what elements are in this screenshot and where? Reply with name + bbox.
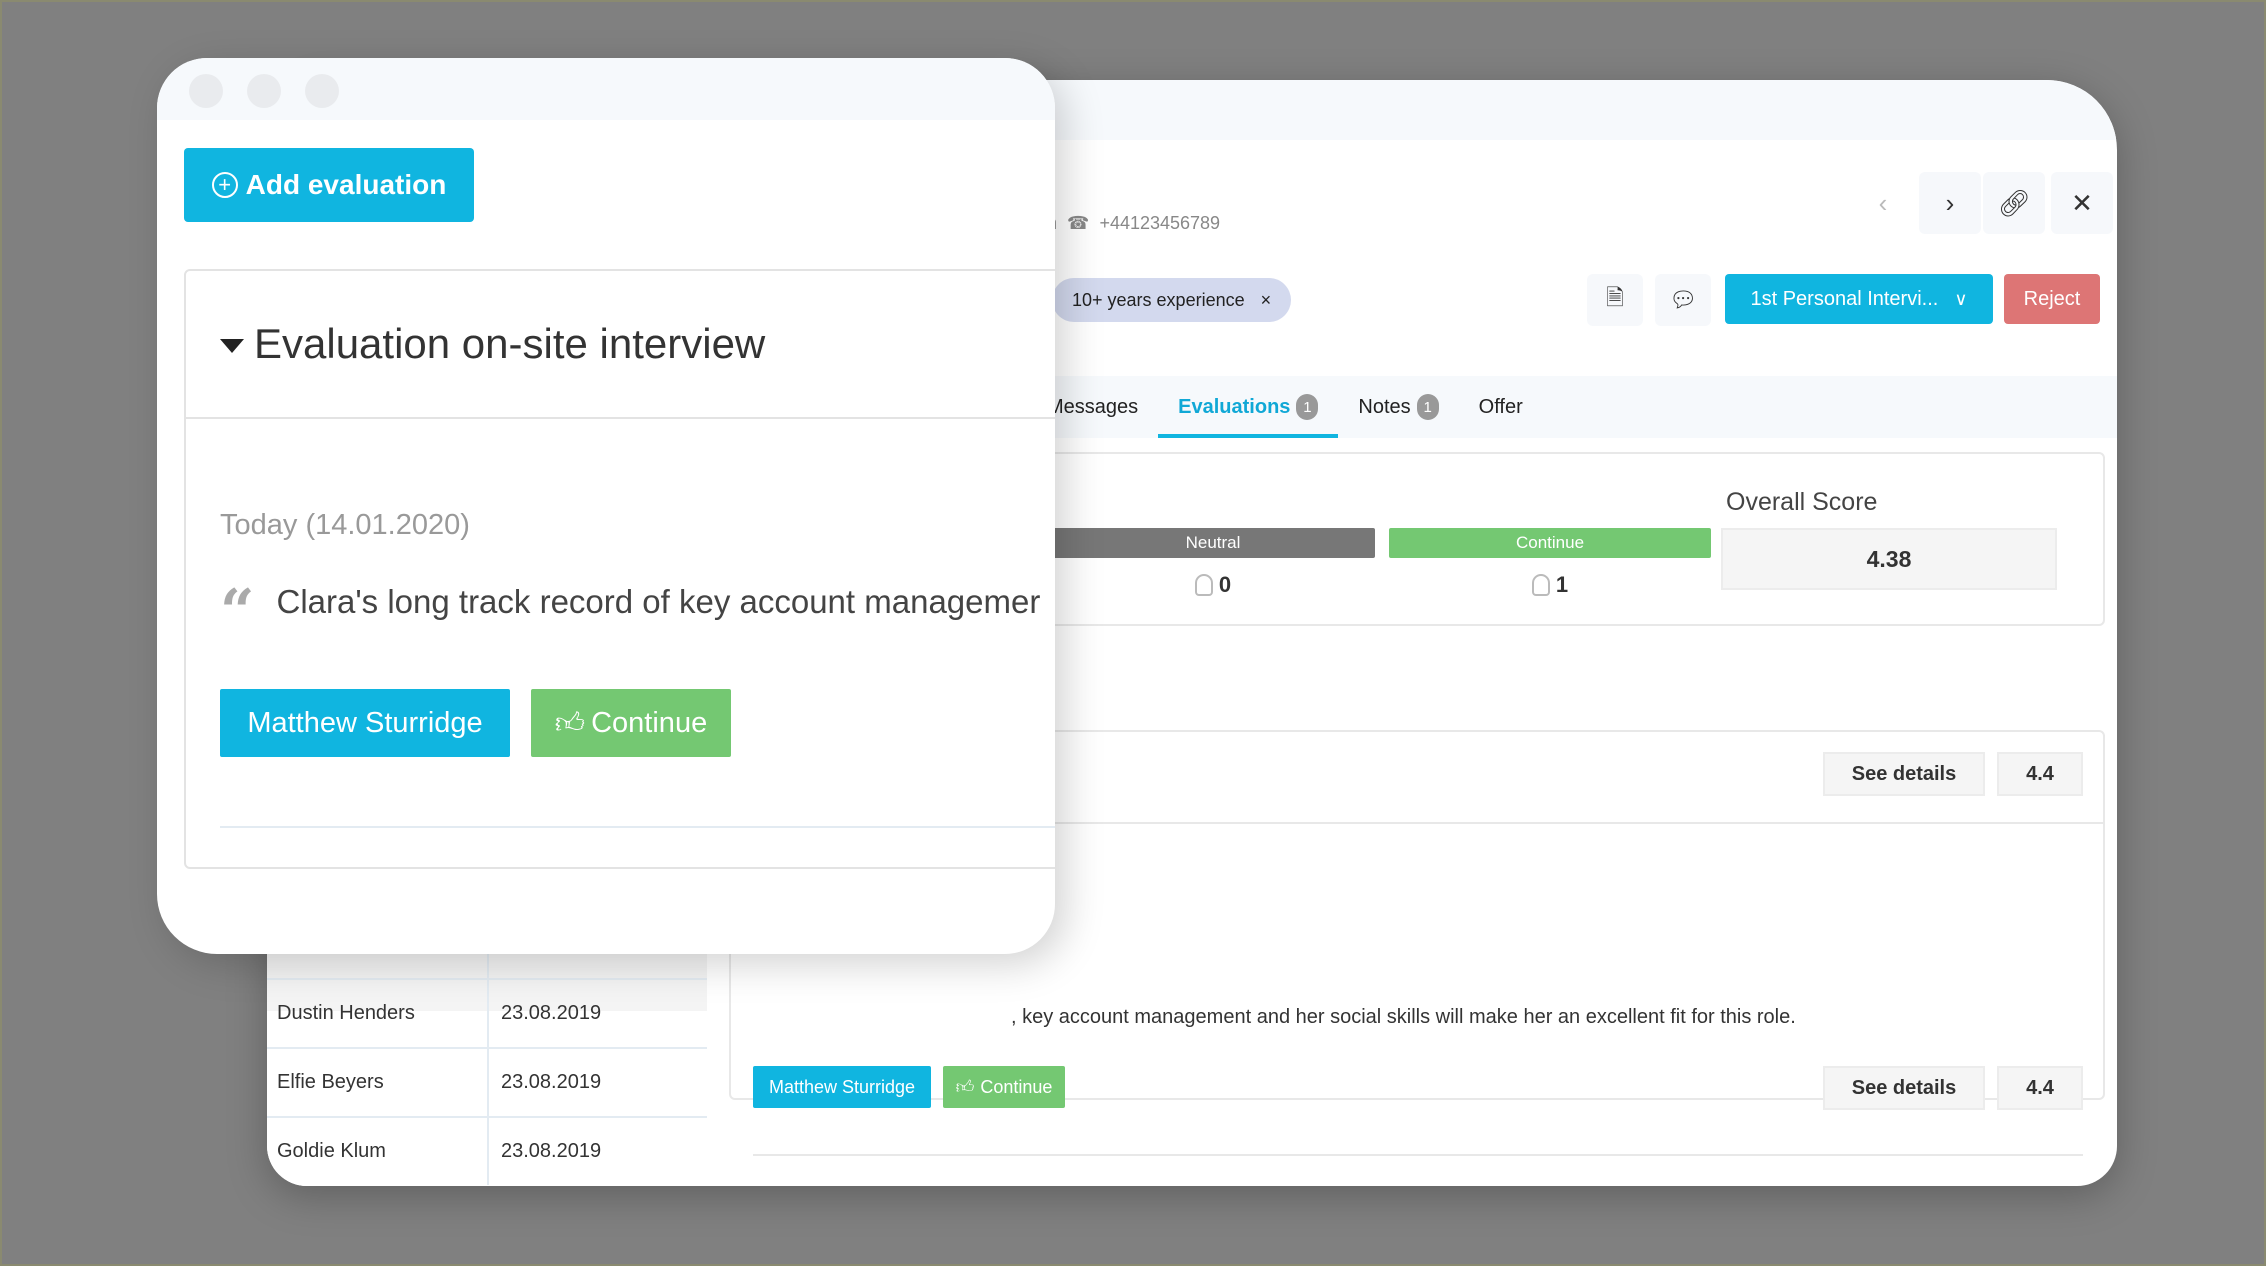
person-icon (1194, 574, 1213, 596)
overall-score-value: 4.38 (1721, 528, 2057, 590)
decision-label: Continue (980, 1076, 1053, 1097)
cell-name: Dustin Henders (277, 1002, 415, 1024)
caret-down-icon (220, 339, 244, 353)
tab-offer[interactable]: Offer (1459, 376, 1543, 438)
previous-button[interactable]: ‹ (1852, 172, 1914, 234)
count-badge: 1 (1296, 394, 1319, 420)
score-badge: 4.4 (1997, 1066, 2083, 1110)
document-icon: 🗎 (1606, 285, 1624, 310)
skill-tag: 10+ years experience × (1052, 278, 1292, 322)
chevron-down-icon: ∨ (1954, 288, 1968, 309)
decision-label: Continue (591, 706, 708, 739)
evaluator-chip[interactable]: Matthew Sturridge (753, 1066, 931, 1108)
window-dot (189, 74, 223, 108)
cell-name: Elfie Beyers (277, 1071, 384, 1093)
tab-label: Messages (1047, 395, 1139, 418)
cell-name: Goldie Klum (277, 1140, 386, 1162)
chevron-left-icon: ‹ (1878, 187, 1888, 218)
evaluation-window: + Add evaluation Evaluation on-site inte… (157, 58, 1055, 954)
cell-date: 23.08.2019 (487, 1049, 601, 1116)
candidates-table: Dustin Henders 23.08.2019 Elfie Beyers 23.… (267, 942, 717, 1186)
evaluation-title: Evaluation on-site interview (254, 320, 766, 367)
evaluator-chip[interactable]: Matthew Sturridge (220, 689, 510, 757)
next-button[interactable]: › (1919, 172, 1981, 234)
stage-label: 1st Personal Intervi... (1750, 287, 1939, 310)
phone-number[interactable]: +44123456789 (1099, 213, 1220, 234)
reject-button[interactable]: Reject (2004, 274, 2100, 324)
table-row[interactable]: Elfie Beyers 23.08.2019 (267, 1047, 707, 1116)
evaluation-quote: “ Clara's long track record of key accou… (220, 582, 1041, 642)
evaluation-comment: , key account management and her social … (1011, 1006, 1796, 1028)
neutral-voters: 0 (1051, 572, 1375, 598)
tag-remove-icon[interactable]: × (1261, 290, 1272, 311)
cell-date: 23.08.2019 (487, 1118, 601, 1185)
card-divider (220, 826, 1055, 828)
tab-label: Offer (1478, 395, 1523, 418)
evaluation-header[interactable]: Evaluation on-site interview (186, 271, 1055, 419)
quote-text: Clara's long track record of key account… (276, 583, 1041, 620)
table-row[interactable]: Dustin Henders 23.08.2019 (267, 978, 707, 1047)
window-titlebar (157, 58, 1055, 120)
phone-icon: ☎ (1067, 213, 1090, 233)
candidate-contact: n ☎ +44123456789 (1047, 213, 1220, 234)
link-icon: 🔗︎ (1997, 187, 2031, 218)
thumbs-up-icon: 👍︎ (554, 707, 586, 740)
tag-label: 10+ years experience (1072, 289, 1245, 310)
close-icon: ✕ (2071, 187, 2093, 218)
window-dot (247, 74, 281, 108)
decision-chip: 👍︎ Continue (531, 689, 731, 757)
tab-label: Evaluations (1178, 395, 1291, 418)
plus-circle-icon: + (211, 172, 238, 198)
chevron-right-icon: › (1945, 187, 1955, 218)
score-badge: 4.4 (1997, 752, 2083, 796)
chat-icon: 💬︎ (1669, 287, 1697, 312)
overall-score-label: Overall Score (1726, 488, 1878, 516)
continue-bar: Continue (1389, 528, 1711, 558)
close-button[interactable]: ✕ (2051, 172, 2113, 234)
evaluation-date: Today (14.01.2020) (220, 509, 470, 541)
tab-evaluations[interactable]: Evaluations 1 (1158, 376, 1339, 438)
card-bottom-divider (753, 1154, 2083, 1156)
tab-bar: Messages Evaluations 1 Notes 1 Offer (967, 376, 2117, 438)
stage-dropdown[interactable]: 1st Personal Intervi... ∨ (1725, 274, 1993, 324)
voter-count: 0 (1218, 572, 1232, 597)
window-dot (305, 74, 339, 108)
chat-button[interactable]: 💬︎ (1655, 274, 1711, 326)
cell-date: 23.08.2019 (487, 980, 601, 1047)
thumbs-up-icon: 👍︎ (955, 1077, 975, 1097)
add-evaluation-button[interactable]: + Add evaluation (184, 148, 474, 222)
count-badge: 1 (1416, 394, 1439, 420)
add-evaluation-label: Add evaluation (245, 169, 447, 200)
copy-link-button[interactable]: 🔗︎ (1983, 172, 2045, 234)
table-row[interactable]: Goldie Klum 23.08.2019 (267, 1116, 707, 1185)
tab-notes[interactable]: Notes 1 (1338, 376, 1458, 438)
voter-count: 1 (1555, 572, 1569, 597)
see-details-button[interactable]: See details (1823, 752, 1985, 796)
tab-label: Notes (1358, 395, 1411, 418)
evaluation-card: Evaluation on-site interview Today (14.0… (184, 269, 1055, 869)
continue-voters: 1 (1389, 572, 1711, 598)
quote-icon: “ (220, 577, 255, 647)
decision-chip: 👍︎ Continue (943, 1066, 1065, 1108)
document-button[interactable]: 🗎 (1587, 274, 1643, 326)
evaluation-summary: Neutral Continue 0 1 Overall Score 4.38 (967, 452, 2105, 626)
see-details-button[interactable]: See details (1823, 1066, 1985, 1110)
person-icon (1531, 574, 1550, 596)
neutral-bar: Neutral (1051, 528, 1375, 558)
